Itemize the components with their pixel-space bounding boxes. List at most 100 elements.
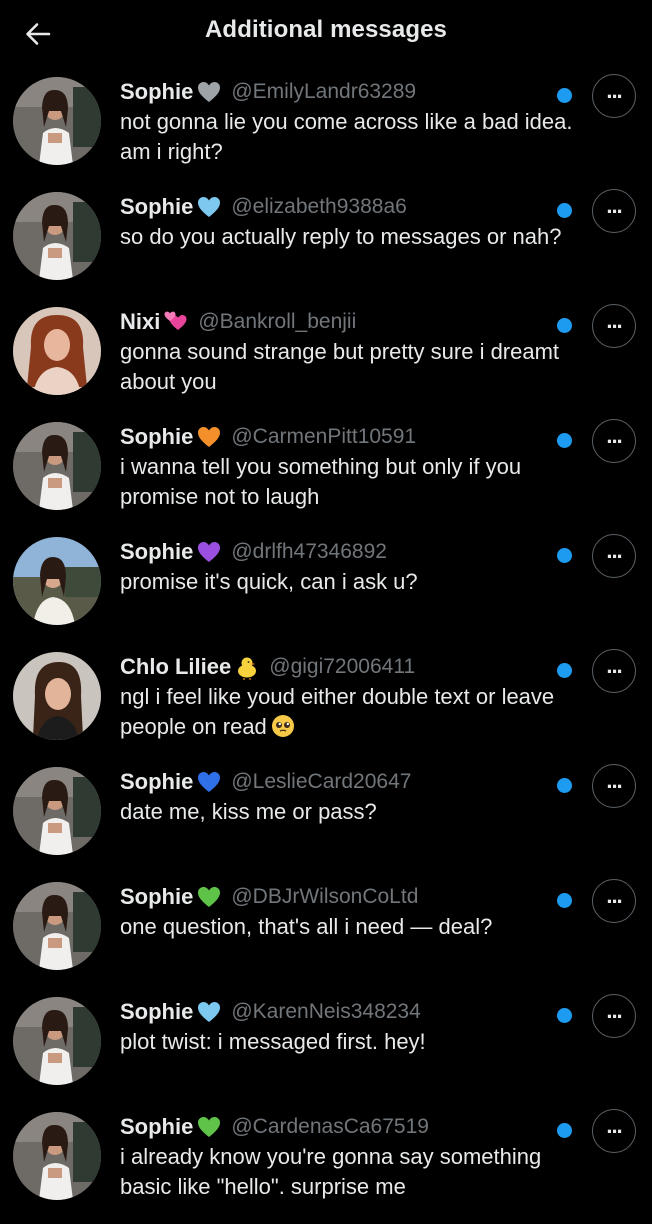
more-icon: ... (606, 78, 622, 103)
more-options-button[interactable]: ... (592, 534, 636, 578)
message-preview: plot twist: i messaged first. hey! (120, 1029, 426, 1054)
message-text: ngl i feel like youd either double text … (120, 684, 555, 739)
sender-handle: @KarenNeis348234 (231, 1000, 421, 1023)
app-header: Additional messages (0, 0, 652, 68)
message-row-7[interactable]: Sophie @DBJrWilsonCoLtd one question, th… (0, 879, 652, 994)
purple-heart-icon (196, 539, 222, 565)
green-heart-icon (196, 1114, 222, 1140)
more-icon: ... (606, 653, 622, 678)
orange-heart-icon (196, 424, 222, 450)
sender-name: Sophie (120, 539, 194, 564)
sender-handle: @LeslieCard20647 (231, 770, 412, 793)
sender-name: Chlo Liliee (120, 654, 232, 679)
sender-name-line: Sophie @EmilyLandr63289 (120, 76, 416, 108)
sender-name: Sophie (120, 999, 194, 1024)
unread-indicator (557, 433, 572, 448)
more-icon: ... (606, 1113, 622, 1138)
page-title: Additional messages (205, 16, 447, 43)
sender-name-line: Sophie @elizabeth9388a6 (120, 191, 407, 223)
sender-name: Sophie (120, 884, 194, 909)
sender-name: Sophie (120, 424, 194, 449)
message-preview: not gonna lie you come across like a bad… (120, 109, 573, 164)
sender-handle: @Bankroll_benjii (198, 310, 357, 333)
sender-handle: @CardenasCa67519 (231, 1115, 429, 1138)
message-row-2[interactable]: Nixi @Bankroll_benjii gonna sound strang… (0, 304, 652, 419)
message-preview: ngl i feel like youd either double text … (120, 682, 580, 746)
more-options-button[interactable]: ... (592, 879, 636, 923)
light-blue-heart-icon (196, 194, 222, 220)
message-row-0[interactable]: Sophie @EmilyLandr63289 not gonna lie yo… (0, 74, 652, 189)
message-row-1[interactable]: Sophie @elizabeth9388a6 so do you actual… (0, 189, 652, 304)
pleading-face-icon (271, 714, 295, 746)
sender-handle: @DBJrWilsonCoLtd (231, 885, 419, 908)
message-preview: i already know you're gonna say somethin… (120, 1144, 542, 1199)
message-preview: promise it's quick, can i ask u? (120, 569, 418, 594)
message-preview: so do you actually reply to messages or … (120, 224, 562, 249)
blue-heart-icon (196, 769, 222, 795)
more-options-button[interactable]: ... (592, 764, 636, 808)
message-row-6[interactable]: Sophie @LeslieCard20647 date me, kiss me… (0, 764, 652, 879)
more-options-button[interactable]: ... (592, 189, 636, 233)
sender-name: Nixi (120, 309, 161, 334)
avatar[interactable] (13, 307, 101, 395)
more-options-button[interactable]: ... (592, 74, 636, 118)
more-options-button[interactable]: ... (592, 419, 636, 463)
sender-name: Sophie (120, 769, 194, 794)
avatar[interactable] (13, 767, 101, 855)
sender-handle: @elizabeth9388a6 (231, 195, 407, 218)
message-preview: date me, kiss me or pass? (120, 799, 377, 824)
more-options-button[interactable]: ... (592, 1109, 636, 1153)
avatar[interactable] (13, 77, 101, 165)
message-row-8[interactable]: Sophie @KarenNeis348234 plot twist: i me… (0, 994, 652, 1109)
avatar[interactable] (13, 997, 101, 1085)
more-icon: ... (606, 883, 622, 908)
unread-indicator (557, 548, 572, 563)
more-options-button[interactable]: ... (592, 304, 636, 348)
unread-indicator (557, 1123, 572, 1138)
avatar[interactable] (13, 537, 101, 625)
more-options-button[interactable]: ... (592, 649, 636, 693)
avatar[interactable] (13, 1112, 101, 1200)
chick-icon (234, 654, 260, 680)
sender-name-line: Sophie @drlfh47346892 (120, 536, 387, 568)
unread-indicator (557, 778, 572, 793)
sender-name-line: Nixi @Bankroll_benjii (120, 306, 356, 338)
sender-handle: @CarmenPitt10591 (231, 425, 417, 448)
more-icon: ... (606, 308, 622, 333)
unread-indicator (557, 318, 572, 333)
sender-handle: @EmilyLandr63289 (231, 80, 417, 103)
sender-name: Sophie (120, 79, 194, 104)
message-row-9[interactable]: Sophie @CardenasCa67519 i already know y… (0, 1109, 652, 1224)
message-row-3[interactable]: Sophie @CarmenPitt10591 i wanna tell you… (0, 419, 652, 534)
sender-name-line: Sophie @CardenasCa67519 (120, 1111, 429, 1143)
more-icon: ... (606, 193, 622, 218)
two-hearts-icon (163, 309, 189, 335)
green-heart-icon (196, 884, 222, 910)
more-icon: ... (606, 538, 622, 563)
sender-name-line: Sophie @KarenNeis348234 (120, 996, 421, 1028)
unread-indicator (557, 203, 572, 218)
avatar[interactable] (13, 882, 101, 970)
sender-handle: @drlfh47346892 (231, 540, 387, 563)
sender-handle: @gigi72006411 (269, 655, 416, 678)
message-preview: one question, that's all i need — deal? (120, 914, 493, 939)
grey-heart-icon (196, 79, 222, 105)
sender-name: Sophie (120, 194, 194, 219)
unread-indicator (557, 663, 572, 678)
more-options-button[interactable]: ... (592, 994, 636, 1038)
more-icon: ... (606, 423, 622, 448)
message-preview: i wanna tell you something but only if y… (120, 454, 522, 509)
more-icon: ... (606, 768, 622, 793)
unread-indicator (557, 1008, 572, 1023)
sender-name-line: Sophie @DBJrWilsonCoLtd (120, 881, 418, 913)
avatar[interactable] (13, 652, 101, 740)
unread-indicator (557, 88, 572, 103)
sender-name-line: Sophie @LeslieCard20647 (120, 766, 411, 798)
avatar[interactable] (13, 192, 101, 280)
avatar[interactable] (13, 422, 101, 510)
message-row-4[interactable]: Sophie @drlfh47346892 promise it's quick… (0, 534, 652, 649)
message-preview: gonna sound strange but pretty sure i dr… (120, 339, 560, 394)
message-row-5[interactable]: Chlo Liliee @gigi72006411 ngl i feel lik… (0, 649, 652, 764)
unread-indicator (557, 893, 572, 908)
sender-name-line: Chlo Liliee @gigi72006411 (120, 651, 415, 683)
